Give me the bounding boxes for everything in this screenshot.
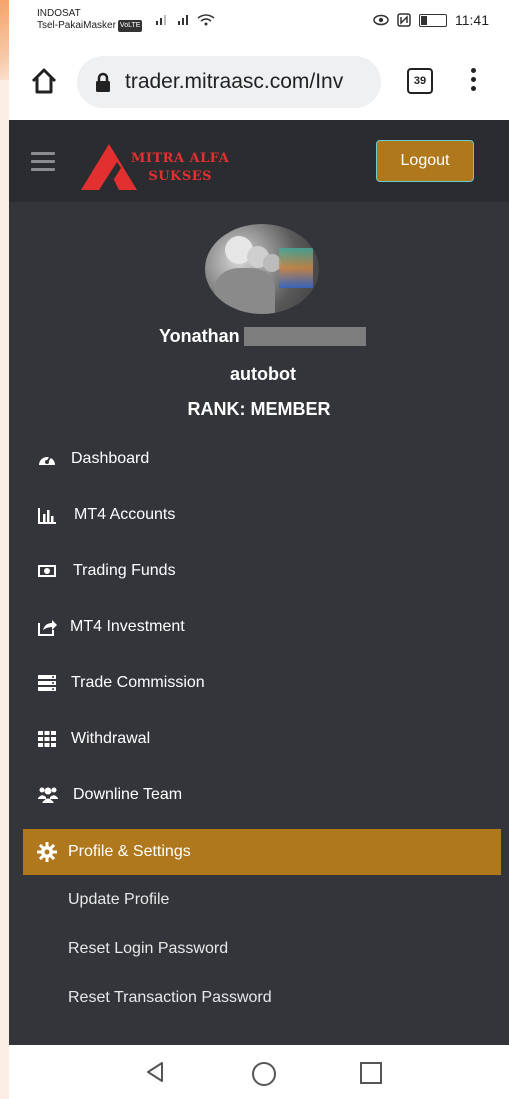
sidebar-item-label: Trading Funds xyxy=(73,562,176,579)
volte-badge: VoLTE xyxy=(117,20,143,32)
sidebar-item-label: Dashboard xyxy=(71,450,150,467)
logo-line-1: MITRA ALFA xyxy=(131,151,230,166)
server-icon xyxy=(38,675,56,691)
logout-button[interactable]: Logout xyxy=(376,140,474,182)
sidebar-item-label: Profile & Settings xyxy=(68,843,191,860)
user-rank: RANK: MEMBER xyxy=(187,399,331,419)
lock-icon xyxy=(96,72,110,92)
logo-line-2: SUKSES xyxy=(148,169,213,184)
avatar xyxy=(205,224,319,314)
clock: 11:41 xyxy=(455,12,489,28)
url-text: trader.mitraasc.com/Inv xyxy=(125,70,344,93)
user-name: Yonathan xyxy=(159,326,366,347)
money-icon xyxy=(38,565,56,577)
app-header: MITRA ALFA SUKSES Logout xyxy=(9,120,509,202)
sidebar-item-trade-commission[interactable]: Trade Commission xyxy=(9,660,509,706)
sidebar-item-withdrawal[interactable]: Withdrawal xyxy=(9,716,509,762)
battery-icon xyxy=(419,13,447,27)
signal-icon xyxy=(156,14,215,26)
status-bar: INDOSAT Tsel-PakaiMasker VoLTE 11:41 xyxy=(9,0,509,44)
sidebar-item-mt4-investment[interactable]: MT4 Investment xyxy=(9,604,509,650)
grid-icon xyxy=(38,731,56,747)
eye-icon xyxy=(373,14,389,26)
submenu-update-profile[interactable]: Update Profile xyxy=(68,891,169,909)
submenu-reset-login-password[interactable]: Reset Login Password xyxy=(68,940,228,958)
submenu-reset-transaction-password[interactable]: Reset Transaction Password xyxy=(68,989,272,1007)
carrier-secondary: Tsel-PakaiMasker xyxy=(37,20,116,31)
sidebar-item-profile-settings[interactable]: Profile & Settings xyxy=(23,829,501,875)
sidebar: Yonathan autobot RANK: MEMBER Dashboard … xyxy=(9,202,509,1045)
address-bar[interactable]: trader.mitraasc.com/Inv xyxy=(77,56,381,108)
group-label: autobot xyxy=(230,364,296,384)
sidebar-item-dashboard[interactable]: Dashboard xyxy=(9,436,509,482)
home-circle-icon[interactable] xyxy=(252,1062,276,1086)
sidebar-item-label: MT4 Accounts xyxy=(74,506,176,523)
recents-icon[interactable] xyxy=(360,1062,382,1084)
brand-logo[interactable]: MITRA ALFA SUKSES xyxy=(79,140,259,192)
share-icon xyxy=(38,620,57,636)
carrier-info: INDOSAT Tsel-PakaiMasker VoLTE xyxy=(37,8,143,32)
user-group: autobot xyxy=(9,364,509,385)
sidebar-item-label: Downline Team xyxy=(73,786,183,803)
nfc-icon xyxy=(397,13,411,27)
phone-screen: INDOSAT Tsel-PakaiMasker VoLTE 11:41 tra… xyxy=(9,0,509,1099)
hamburger-menu-icon[interactable] xyxy=(31,152,55,171)
signal-wifi-icons xyxy=(154,12,218,29)
system-nav-bar xyxy=(9,1045,509,1099)
sidebar-item-label: MT4 Investment xyxy=(70,618,185,635)
home-icon[interactable] xyxy=(29,66,59,96)
tab-switcher-button[interactable]: 39 xyxy=(407,68,433,94)
users-icon xyxy=(38,787,58,803)
dashboard-icon xyxy=(39,455,55,465)
status-right: 11:41 xyxy=(373,12,489,28)
sidebar-item-downline-team[interactable]: Downline Team xyxy=(9,772,509,818)
overflow-menu-icon[interactable] xyxy=(469,66,477,94)
sidebar-item-label: Trade Commission xyxy=(71,674,205,691)
sidebar-item-mt4-accounts[interactable]: MT4 Accounts xyxy=(9,492,509,538)
carrier-primary: INDOSAT xyxy=(37,8,81,19)
bar-chart-icon xyxy=(38,508,56,524)
user-first-name: Yonathan xyxy=(159,326,240,346)
sidebar-item-trading-funds[interactable]: Trading Funds xyxy=(9,548,509,594)
browser-toolbar: trader.mitraasc.com/Inv 39 xyxy=(9,44,509,120)
sidebar-item-label: Withdrawal xyxy=(71,730,151,747)
back-icon[interactable] xyxy=(145,1061,165,1083)
redacted-surname xyxy=(243,327,366,346)
gear-icon xyxy=(37,842,57,862)
